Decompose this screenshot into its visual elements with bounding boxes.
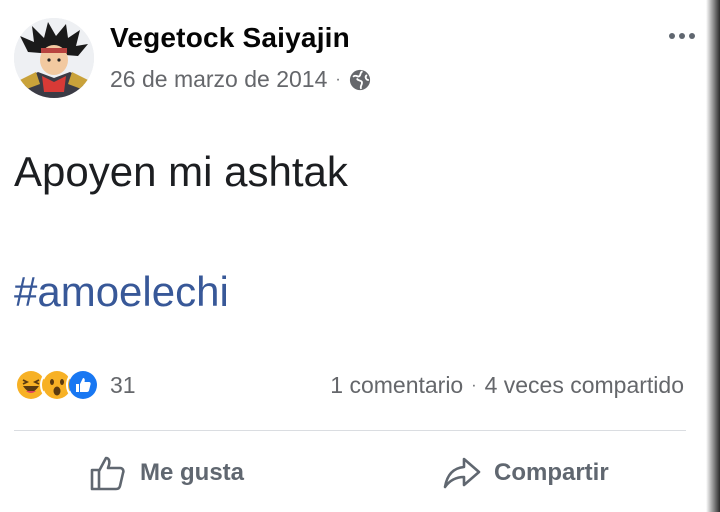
post-stats: 1 comentario · 4 veces compartido	[330, 372, 684, 399]
share-button[interactable]: Compartir	[442, 450, 609, 496]
reactions-summary[interactable]: 31	[14, 366, 136, 404]
shares-count[interactable]: 4 veces compartido	[485, 372, 684, 399]
post-text: Apoyen mi ashtak	[14, 148, 348, 195]
reaction-count: 31	[110, 371, 136, 398]
hashtag-link[interactable]: #amoelechi	[14, 268, 229, 316]
like-reaction-icon	[66, 368, 100, 402]
post-header: Vegetock Saiyajin 26 de marzo de 2014 ·	[14, 18, 704, 100]
share-label: Compartir	[494, 459, 609, 486]
avatar-image	[14, 18, 94, 98]
author-name[interactable]: Vegetock Saiyajin	[110, 22, 350, 54]
avatar[interactable]	[14, 18, 94, 98]
globe-icon	[349, 69, 371, 91]
screen-edge-shadow	[706, 0, 720, 512]
thumbs-up-icon	[88, 453, 128, 493]
like-label: Me gusta	[140, 459, 245, 486]
like-button[interactable]: Me gusta	[88, 450, 244, 496]
comments-count[interactable]: 1 comentario	[330, 372, 463, 399]
stats-separator: ·	[471, 376, 477, 394]
more-options-icon[interactable]	[664, 24, 700, 48]
meta-separator: ·	[335, 70, 341, 88]
post-actions: Me gusta Compartir	[14, 440, 686, 506]
share-arrow-icon	[442, 453, 482, 493]
post-date[interactable]: 26 de marzo de 2014	[110, 66, 327, 93]
divider	[14, 430, 686, 431]
post-meta: 26 de marzo de 2014 ·	[110, 66, 371, 93]
